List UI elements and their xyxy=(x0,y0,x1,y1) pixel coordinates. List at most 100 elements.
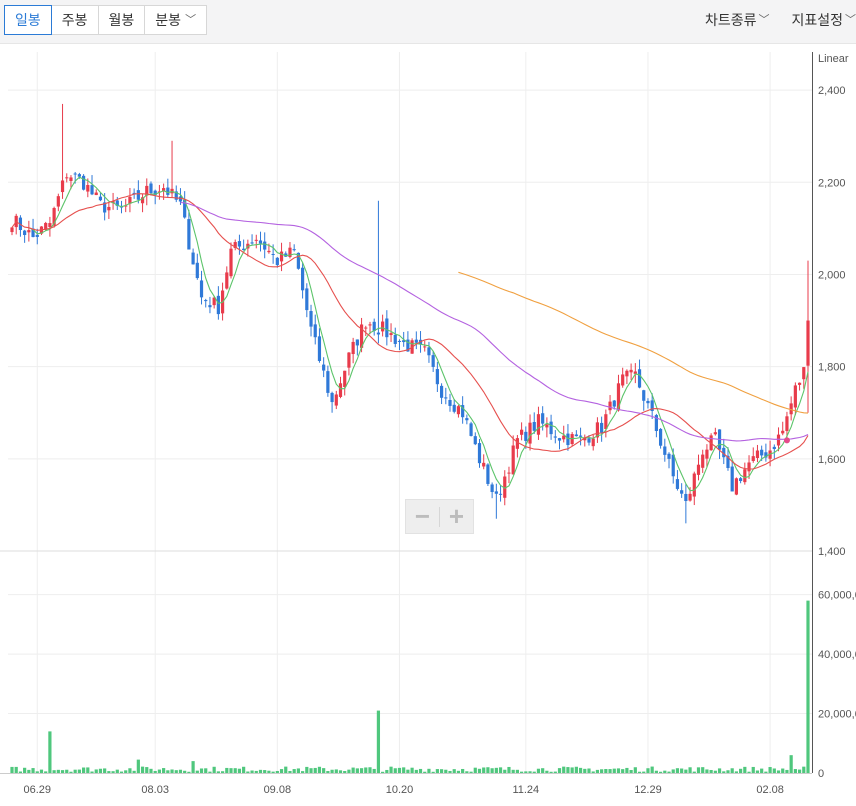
volume-bar xyxy=(747,771,751,773)
volume-bar xyxy=(520,771,524,773)
candle xyxy=(781,421,785,436)
candle-body xyxy=(713,432,717,435)
tab-monthly[interactable]: 월봉 xyxy=(97,5,146,35)
candle-body xyxy=(397,340,402,342)
candle xyxy=(208,296,212,314)
volume-bar xyxy=(427,768,431,773)
candle-body xyxy=(465,418,469,421)
candle-body xyxy=(376,332,381,335)
chart-type-dropdown[interactable]: 차트종류 ﹀ xyxy=(705,8,770,32)
candle-body xyxy=(338,383,343,397)
candle-body xyxy=(208,305,212,308)
tab-daily[interactable]: 일봉 xyxy=(4,5,52,35)
candle xyxy=(646,398,650,409)
volume-bar xyxy=(330,769,334,773)
volume-bar xyxy=(338,770,343,773)
volume-bar xyxy=(650,766,654,773)
tab-minute-label: 분봉 xyxy=(155,12,182,28)
candle-body xyxy=(326,371,330,393)
candle xyxy=(473,432,477,446)
candle-body xyxy=(237,241,242,247)
volume-bar xyxy=(212,766,216,773)
candle-body xyxy=(591,438,595,447)
price-tick-label: 1,600 xyxy=(818,454,846,466)
zoom-out-button[interactable]: − xyxy=(406,500,439,533)
candle-body xyxy=(136,190,140,200)
volume-bar xyxy=(764,771,768,773)
candle xyxy=(65,173,69,183)
candle xyxy=(511,435,515,475)
candle-body xyxy=(781,430,785,434)
candle xyxy=(427,341,431,363)
price-tick-label: 2,400 xyxy=(818,85,846,97)
volume-bar xyxy=(355,768,359,773)
volume-bar xyxy=(393,768,397,773)
volume-bar xyxy=(553,771,557,773)
volume-bar xyxy=(39,769,44,773)
candle-body xyxy=(541,413,545,424)
stock-chart[interactable]: Linear 2,400 2,200 2,000 1,800 1,600 1,400 60,0… xyxy=(0,44,856,806)
volume-bar xyxy=(107,771,111,773)
volume-bar xyxy=(629,769,633,773)
candle xyxy=(570,432,574,447)
candle-body xyxy=(254,239,258,241)
volume-axis: 60,000,0 40,000,0 20,000,0 0 xyxy=(818,590,856,780)
volume-bar xyxy=(86,767,90,773)
volume-bar xyxy=(806,600,810,773)
candle-body xyxy=(69,177,73,181)
candle xyxy=(330,391,334,413)
volume-bar xyxy=(376,710,381,773)
volume-bar xyxy=(284,766,288,773)
volume-bar xyxy=(688,767,692,773)
tab-minute[interactable]: 분봉 ﹀ xyxy=(144,5,208,35)
candle-body xyxy=(322,364,326,371)
candle-body xyxy=(785,416,789,431)
candle xyxy=(191,248,195,265)
chevron-down-icon: ﹀ xyxy=(845,14,856,26)
candle-body xyxy=(439,385,444,398)
candle xyxy=(313,314,317,345)
candle-body xyxy=(444,397,448,399)
candle xyxy=(195,253,199,280)
volume-bar xyxy=(23,767,27,773)
volume-bar xyxy=(136,759,140,773)
indicator-settings-dropdown[interactable]: 지표설정 ﹀ xyxy=(791,8,856,32)
volume-bar xyxy=(595,769,600,773)
price-tick-label: 2,000 xyxy=(818,269,846,281)
volume-bar xyxy=(56,769,60,773)
candle-body xyxy=(739,478,743,481)
candle-body xyxy=(279,251,284,262)
volume-bar xyxy=(671,769,675,773)
candle xyxy=(149,181,153,196)
candle-body xyxy=(469,423,473,436)
volume-bar xyxy=(27,769,31,773)
volume-bar xyxy=(381,771,385,773)
volume-bar xyxy=(414,769,418,773)
candle-body xyxy=(381,321,385,332)
volume-bar xyxy=(65,769,69,773)
volume-bar xyxy=(709,769,713,773)
zoom-in-button[interactable]: + xyxy=(440,500,473,533)
candle xyxy=(608,395,612,415)
volume-bar xyxy=(157,769,162,773)
volume-bar xyxy=(111,771,115,773)
candle xyxy=(18,215,23,237)
volume-bar xyxy=(31,768,35,773)
candle-body xyxy=(305,288,309,311)
volume-bar xyxy=(132,770,136,773)
candle xyxy=(658,428,663,449)
volume-bar xyxy=(532,771,536,773)
candle xyxy=(229,242,233,279)
candle xyxy=(448,393,452,412)
volume-bar xyxy=(722,771,726,773)
volume-bar xyxy=(220,771,225,773)
volume-bar xyxy=(616,768,621,773)
volume-bar xyxy=(153,770,157,773)
candle xyxy=(23,229,27,243)
tab-weekly[interactable]: 주봉 xyxy=(50,5,99,35)
volume-bar xyxy=(604,768,608,773)
volume-bar xyxy=(549,771,553,773)
candle-body xyxy=(587,438,591,443)
volume-bar xyxy=(776,770,781,773)
volume-bar xyxy=(583,768,587,773)
